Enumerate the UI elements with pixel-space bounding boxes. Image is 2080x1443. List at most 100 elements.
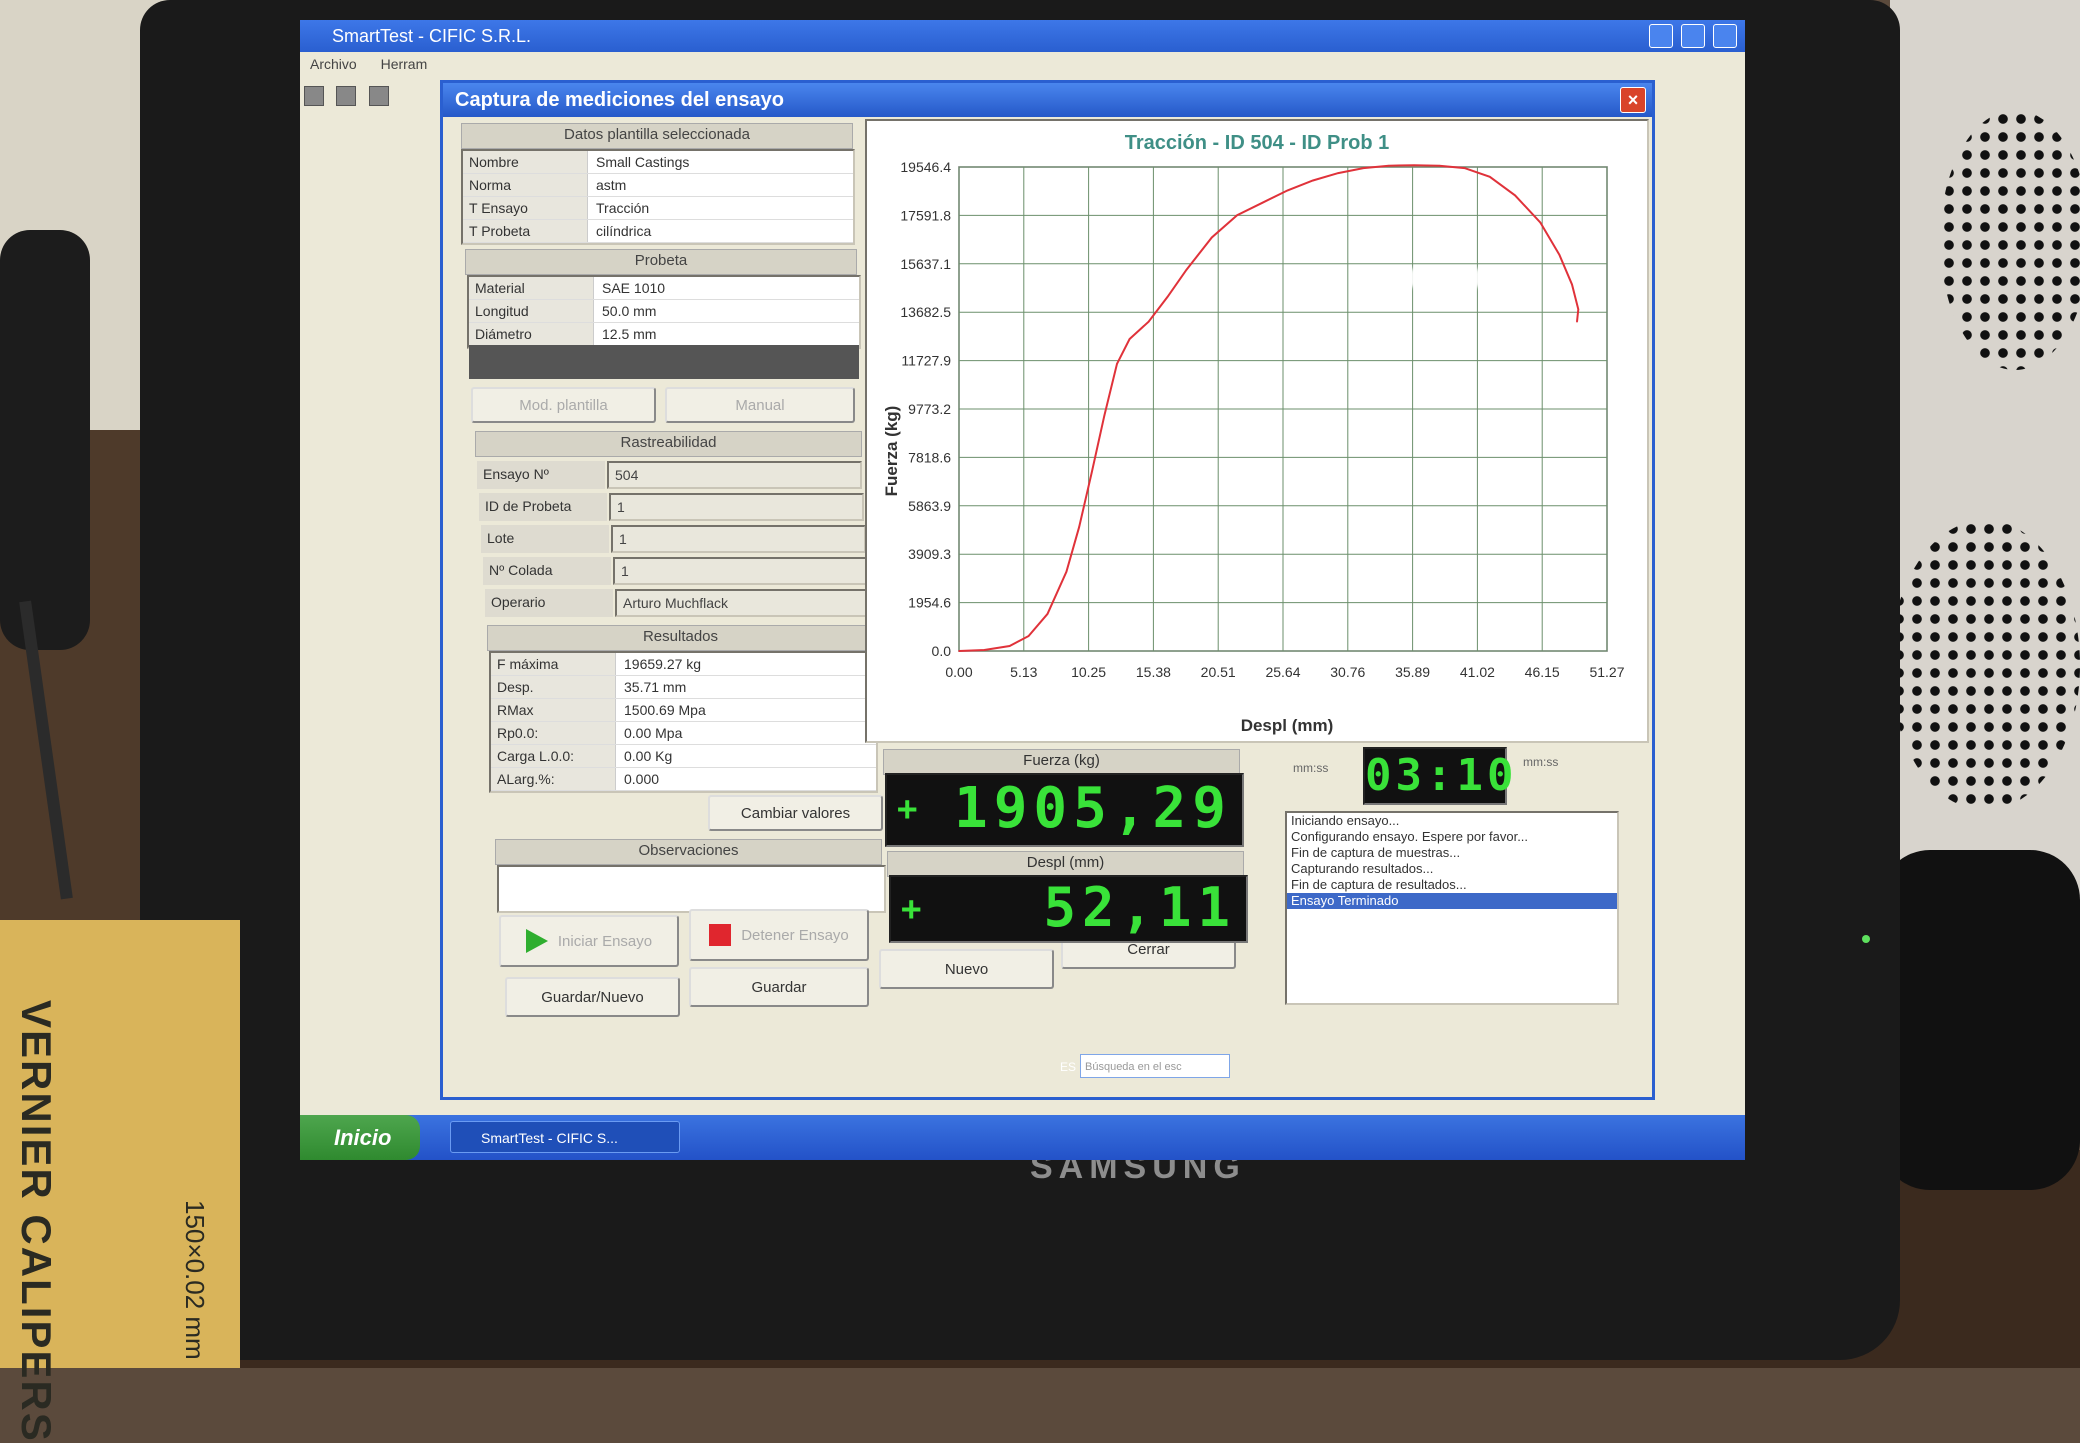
toolbar — [300, 76, 420, 116]
fuerza-value: 1905,29 — [953, 776, 1232, 841]
event-log[interactable]: Iniciando ensayo... Configurando ensayo.… — [1285, 811, 1619, 1005]
close-button[interactable] — [1713, 24, 1737, 48]
resultados-header: Resultados — [487, 625, 874, 651]
table-row: F máxima 19659.27 kg — [491, 653, 876, 676]
observaciones-header: Observaciones — [495, 839, 882, 865]
data-point — [1362, 167, 1365, 169]
row-value: 19659.27 kg — [624, 656, 702, 672]
table-row: Longitud 50.0 mm — [469, 300, 859, 323]
x-tick-label: 10.25 — [1071, 664, 1106, 680]
timer-right-label: mm:ss — [1523, 755, 1559, 769]
start-button[interactable]: Inicio — [300, 1115, 420, 1160]
language-indicator[interactable]: ES — [1060, 1060, 1076, 1074]
row-key: Carga L.0.0: — [491, 745, 616, 767]
minimize-button[interactable] — [1648, 24, 1673, 48]
data-point — [1166, 296, 1169, 298]
y-tick-label: 11727.9 — [901, 353, 951, 369]
probeta-id-field[interactable]: 1 — [609, 493, 864, 521]
data-point — [1576, 320, 1578, 323]
data-point — [1090, 471, 1093, 474]
table-row: Material SAE 1010 — [469, 277, 859, 300]
ensayo-field[interactable]: 504 — [607, 461, 862, 489]
row-key: T Probeta — [463, 220, 588, 242]
y-tick-label: 13682.5 — [900, 304, 951, 320]
iniciar-ensayo-button[interactable]: Iniciar Ensayo — [499, 915, 679, 967]
data-point — [1413, 164, 1415, 166]
row-value: 0.00 Mpa — [624, 725, 683, 741]
speaker — [1880, 850, 2080, 1190]
fuerza-header: Fuerza (kg) — [883, 749, 1240, 775]
data-point — [1128, 338, 1131, 340]
power-led — [1862, 935, 1870, 943]
data-point — [1577, 308, 1580, 311]
guardar-nuevo-button[interactable]: Guardar/Nuevo — [505, 977, 680, 1017]
data-point — [1463, 167, 1466, 169]
log-entry[interactable]: Fin de captura de resultados... — [1287, 877, 1617, 893]
y-tick-label: 9773.2 — [908, 401, 951, 417]
iniciar-ensayo-label: Iniciar Ensayo — [557, 932, 653, 950]
nuevo-button[interactable]: Nuevo — [879, 949, 1054, 989]
caliper-box-subtext: 150×0.02 mm — [180, 1200, 210, 1360]
detener-ensayo-label: Detener Ensayo — [741, 926, 849, 944]
x-tick-label: 46.15 — [1525, 664, 1560, 680]
row-key: ALarg.%: — [491, 768, 616, 790]
template-table: Nombre Small Castings Norma astm T Ensayo T… — [461, 149, 855, 245]
menu-item[interactable]: Herram — [381, 56, 428, 72]
log-entry[interactable]: Ensayo Terminado — [1287, 893, 1617, 909]
data-point — [1185, 268, 1188, 271]
row-key: Desp. — [491, 676, 616, 698]
taskbar-search-input[interactable]: Búsqueda en el esc — [1080, 1054, 1230, 1078]
row-value: cilíndrica — [596, 223, 652, 239]
detener-ensayo-button[interactable]: Detener Ensayo — [689, 909, 869, 961]
row-key: F máxima — [491, 653, 616, 675]
case-vent — [1940, 110, 2080, 370]
operario-select[interactable]: Arturo Muchflack — [615, 589, 870, 617]
data-point — [958, 650, 960, 652]
ensayo-label: Ensayo Nº — [477, 461, 605, 489]
table-row: Nombre Small Castings — [463, 151, 853, 174]
manual-button[interactable]: Manual — [665, 387, 855, 423]
colada-field[interactable]: 1 — [613, 557, 868, 585]
taskbar-item-smarttest[interactable]: SmartTest - CIFIC S... — [450, 1121, 680, 1153]
table-row: Rp0.0: 0.00 Mpa — [491, 722, 876, 745]
log-entry[interactable]: Configurando ensayo. Espere por favor... — [1287, 829, 1617, 845]
dialog-title: Captura de mediciones del ensayo — [455, 89, 784, 111]
row-value: 50.0 mm — [602, 303, 657, 319]
rastreabilidad-header: Rastreabilidad — [475, 431, 862, 457]
row-key: Norma — [463, 174, 588, 196]
observaciones-textarea[interactable] — [497, 865, 886, 913]
row-key: T Ensayo — [463, 197, 588, 219]
data-point — [1027, 635, 1030, 637]
maximize-button[interactable] — [1680, 24, 1705, 48]
row-value: 0.00 Kg — [624, 748, 673, 764]
data-point — [1116, 363, 1118, 365]
timer-display: 03:10 — [1363, 747, 1513, 805]
save-icon[interactable] — [368, 86, 389, 106]
x-tick-label: 35.89 — [1395, 664, 1430, 680]
table-row: Desp. 35.71 mm — [491, 676, 876, 699]
guardar-button[interactable]: Guardar — [689, 967, 869, 1007]
open-folder-icon[interactable] — [336, 86, 357, 106]
caliper-box-text: VERNIER CALIPERS — [13, 1000, 60, 1443]
row-key: Material — [469, 277, 594, 299]
cambiar-valores-button[interactable]: Cambiar valores — [708, 795, 883, 831]
chair — [0, 230, 90, 650]
mod-plantilla-button[interactable]: Mod. plantilla — [471, 387, 656, 423]
selection-band — [469, 345, 859, 379]
dialog-close-button[interactable]: × — [1620, 87, 1646, 113]
log-entry[interactable]: Capturando resultados... — [1287, 861, 1617, 877]
lote-field[interactable]: 1 — [611, 525, 866, 553]
operario-label: Operario — [485, 589, 613, 617]
chart-title: Tracción - ID 504 - ID Prob 1 — [1125, 132, 1390, 154]
y-tick-label: 0.0 — [932, 643, 952, 659]
new-file-icon[interactable] — [304, 86, 324, 106]
x-tick-label: 5.13 — [1010, 664, 1037, 680]
row-value: 12.5 mm — [602, 326, 657, 342]
dialog-title-bar: Captura de mediciones del ensayo × — [443, 83, 1652, 117]
log-entry[interactable]: Fin de captura de muestras... — [1287, 845, 1617, 861]
x-tick-label: 25.64 — [1265, 664, 1300, 680]
chart-y-label: Fuerza (kg) — [882, 406, 901, 497]
log-entry[interactable]: Iniciando ensayo... — [1287, 813, 1617, 829]
menu-item[interactable]: Archivo — [310, 56, 357, 72]
despl-value: 52,11 — [1043, 876, 1236, 939]
